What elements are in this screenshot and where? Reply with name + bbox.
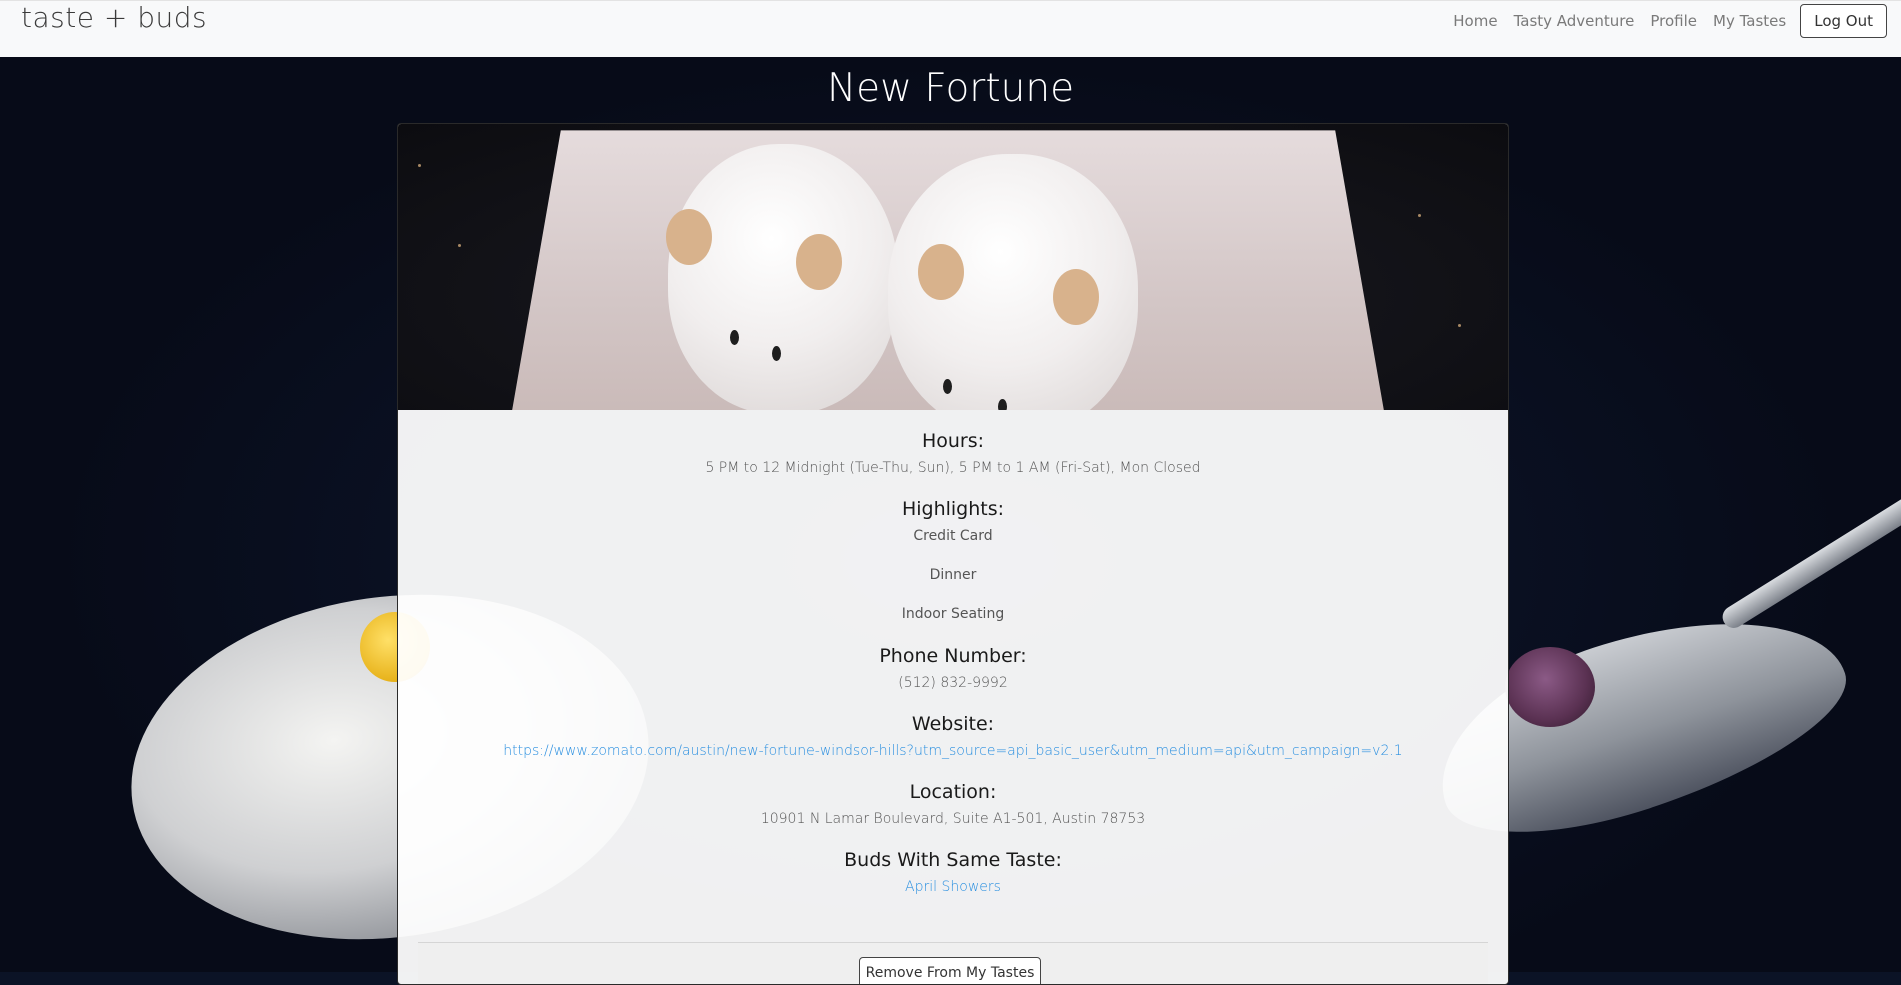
- nav-link-home[interactable]: Home: [1445, 12, 1505, 30]
- remove-from-tastes-button[interactable]: Remove From My Tastes: [859, 957, 1041, 984]
- highlight-item: Credit Card: [913, 528, 993, 544]
- eye-graphic: [772, 346, 781, 361]
- brand-logo[interactable]: taste + buds: [21, 1, 207, 34]
- logout-button[interactable]: Log Out: [1800, 4, 1887, 38]
- nav-links: Home Tasty Adventure Profile My Tastes L…: [1445, 1, 1887, 41]
- phone-heading: Phone Number:: [879, 645, 1027, 667]
- mouse-dessert-right: [888, 154, 1138, 410]
- spoon-handle-graphic: [1718, 443, 1901, 633]
- hours-value: 5 PM to 12 Midnight (Tue-Thu, Sun), 5 PM…: [705, 460, 1201, 476]
- top-navbar: taste + buds Home Tasty Adventure Profil…: [0, 0, 1901, 57]
- buds-heading: Buds With Same Taste:: [844, 849, 1062, 871]
- mouse-dessert-left: [666, 144, 898, 410]
- highlight-item: Indoor Seating: [901, 606, 1005, 622]
- restaurant-card: Hours: 5 PM to 12 Midnight (Tue-Thu, Sun…: [397, 123, 1509, 985]
- eye-graphic: [730, 330, 739, 345]
- nav-link-my-tastes[interactable]: My Tastes: [1705, 12, 1794, 30]
- ear-graphic: [796, 234, 842, 290]
- eye-graphic: [943, 379, 952, 394]
- ear-graphic: [918, 244, 964, 300]
- highlights-heading: Highlights:: [901, 498, 1005, 520]
- sparkle-graphic: [418, 164, 421, 167]
- restaurant-details: Hours: 5 PM to 12 Midnight (Tue-Thu, Sun…: [398, 410, 1508, 895]
- bud-link[interactable]: April Showers: [905, 879, 1001, 895]
- highlight-item: Dinner: [929, 567, 977, 583]
- restaurant-photo: [398, 124, 1508, 410]
- sparkle-graphic: [458, 244, 461, 247]
- berry-graphic: [1505, 647, 1595, 727]
- location-heading: Location:: [909, 781, 997, 803]
- restaurant-title: New Fortune: [826, 66, 1075, 111]
- sparkle-graphic: [1458, 324, 1461, 327]
- location-value: 10901 N Lamar Boulevard, Suite A1-501, A…: [760, 811, 1146, 827]
- sparkle-graphic: [1418, 214, 1421, 217]
- nav-link-profile[interactable]: Profile: [1642, 12, 1705, 30]
- website-link[interactable]: https://www.zomato.com/austin/new-fortun…: [503, 743, 1402, 759]
- ear-graphic: [1053, 269, 1099, 325]
- phone-value: (512) 832-9992: [898, 675, 1008, 691]
- nav-link-tasty-adventure[interactable]: Tasty Adventure: [1506, 12, 1643, 30]
- hours-heading: Hours:: [921, 430, 985, 452]
- ear-graphic: [666, 209, 712, 265]
- website-heading: Website:: [911, 713, 995, 735]
- eye-graphic: [998, 399, 1007, 410]
